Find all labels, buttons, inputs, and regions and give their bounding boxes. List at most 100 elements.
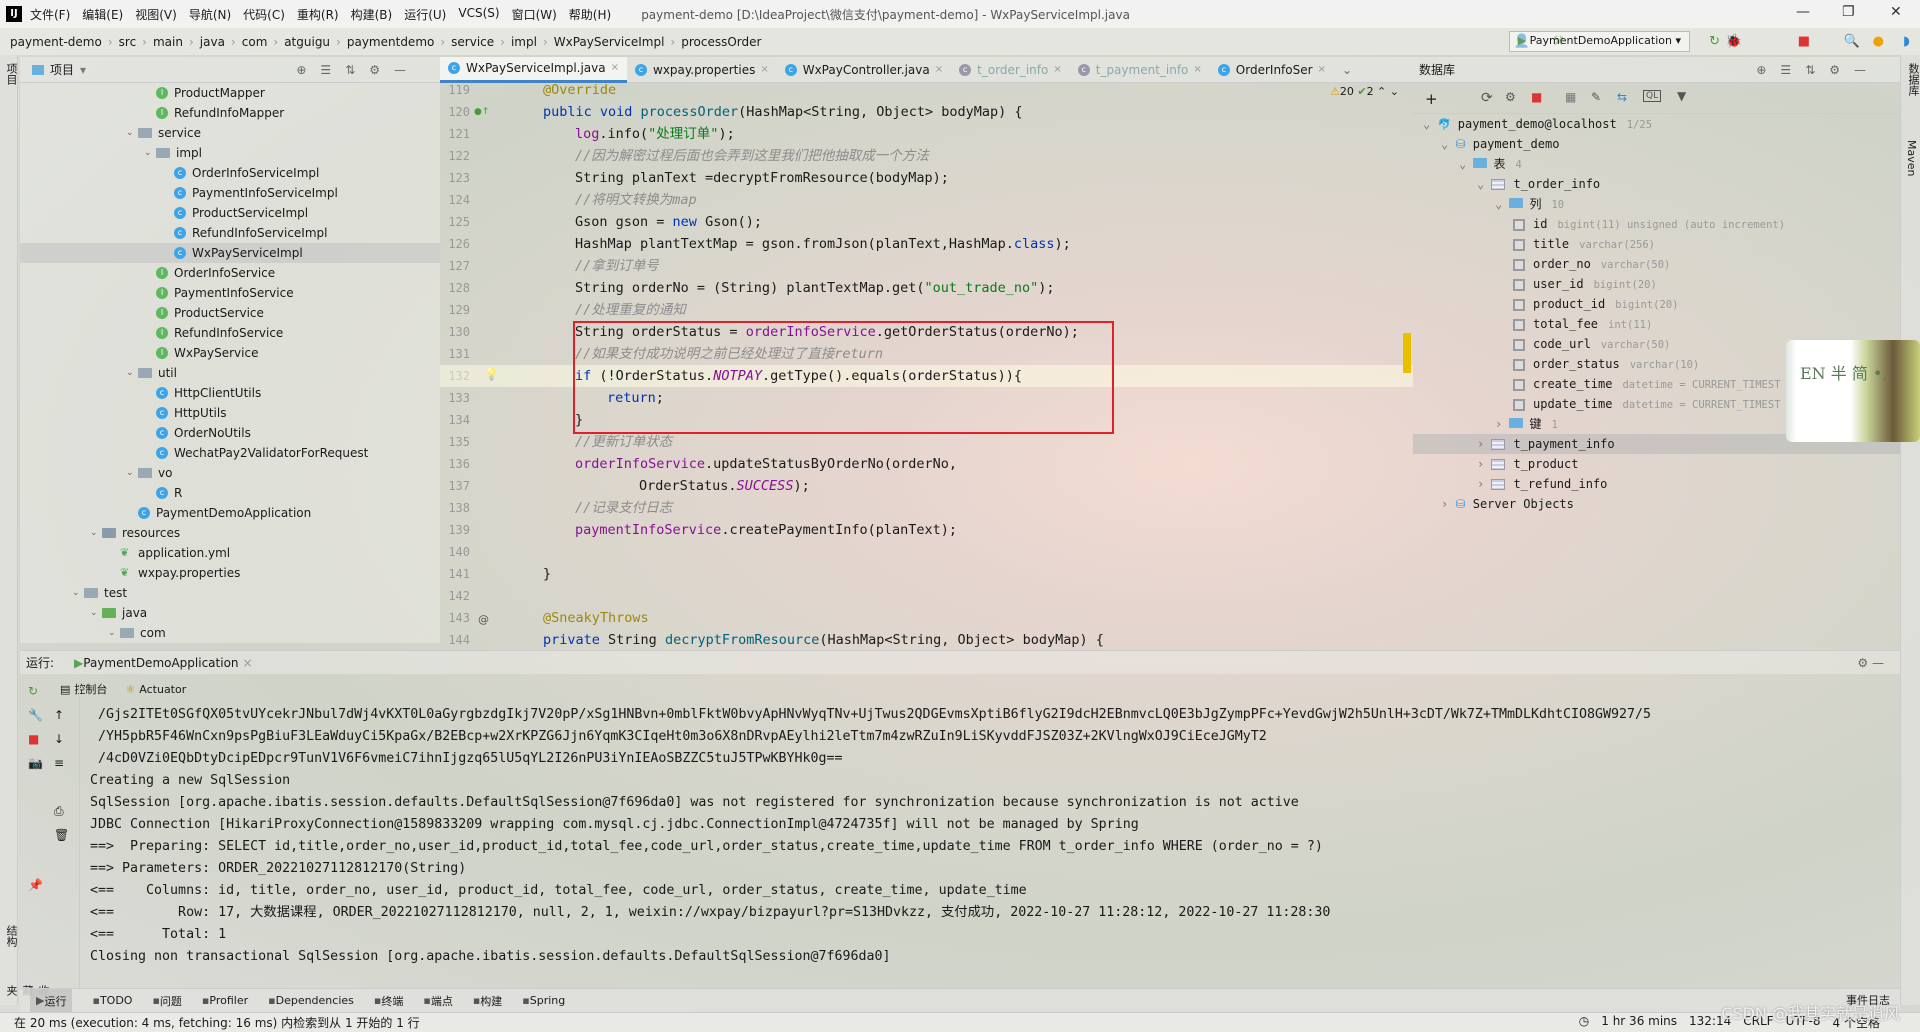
annotation-gutter-icon[interactable]: @ <box>478 613 489 626</box>
close-tab-icon[interactable]: × <box>611 55 619 81</box>
db-tree-item[interactable]: id bigint(11) unsigned (auto increment) <box>1513 214 1785 234</box>
add-icon[interactable]: + <box>1425 90 1438 108</box>
expand-arrow-icon[interactable]: ⌄ <box>126 123 138 143</box>
table-icon[interactable]: ▦ <box>1565 90 1576 104</box>
jump-icon[interactable]: ⇆ <box>1617 90 1627 104</box>
db-tree-item[interactable]: create_time datetime = CURRENT_TIMEST <box>1513 374 1781 394</box>
rerun-icon[interactable]: ↻ <box>1709 34 1720 49</box>
panel-actions[interactable]: ⊕☰⇅⚙— <box>296 63 420 77</box>
stop-icon[interactable]: ■ <box>1531 90 1542 104</box>
db-tree-item[interactable]: product_id bigint(20) <box>1513 294 1678 314</box>
breadcrumb-item[interactable]: service <box>451 35 494 49</box>
menu-item[interactable]: 代码(C) <box>243 6 285 23</box>
breadcrumb-item[interactable]: processOrder <box>681 35 761 49</box>
tool-window-button[interactable]: ▪ 构建 <box>473 993 502 1009</box>
expand-arrow-icon[interactable]: ⌄ <box>108 623 120 643</box>
tree-item[interactable]: ⌄ test <box>72 583 127 603</box>
menu-item[interactable]: 编辑(E) <box>82 6 123 23</box>
tree-item[interactable]: ⌄ resources <box>90 523 180 543</box>
inspection-widget[interactable]: ⚠20 ✔2 ⌃ ⌄ <box>1330 85 1399 98</box>
tree-item[interactable]: c HttpClientUtils <box>144 383 261 403</box>
db-tree-item[interactable]: › t_product <box>1477 454 1578 474</box>
editor-tab[interactable]: c t_order_info × <box>951 57 1070 83</box>
tree-item[interactable]: c OrderInfoServiceImpl <box>162 163 319 183</box>
breadcrumb-item[interactable]: src <box>119 35 137 49</box>
db-tree-item[interactable]: › ⛁ Server Objects <box>1441 494 1574 514</box>
tool-window-button[interactable]: ▪ TODO <box>92 994 132 1007</box>
maven-tool-label[interactable]: Maven <box>1905 140 1918 176</box>
tab-overflow-icon[interactable]: ⌄ <box>1342 63 1352 77</box>
tree-item[interactable]: I PaymentInfoService <box>144 283 294 303</box>
menu-item[interactable]: 窗口(W) <box>512 6 557 23</box>
tool-window-button[interactable]: ▪ Dependencies <box>268 994 354 1007</box>
panel-actions[interactable]: ⊕☰⇅⚙— <box>1756 63 1880 77</box>
db-tree-item[interactable]: ⌄ 表4 <box>1459 154 1522 174</box>
tree-item[interactable]: ⌄ com <box>108 623 166 643</box>
db-tree-item[interactable]: update_time datetime = CURRENT_TIMEST <box>1513 394 1781 414</box>
breadcrumb-item[interactable]: payment-demo <box>10 35 102 49</box>
tree-item[interactable]: c ProductServiceImpl <box>162 203 308 223</box>
expand-arrow-icon[interactable]: ⌄ <box>126 463 138 483</box>
pin-icon[interactable]: 📌 <box>28 878 43 892</box>
run-config-selector[interactable]: ▶ PaymentDemoApplication ▾ <box>1508 31 1690 52</box>
menu-item[interactable]: 视图(V) <box>135 6 177 23</box>
menu-item[interactable]: VCS(S) <box>458 6 499 23</box>
menu-item[interactable]: 帮助(H) <box>569 6 611 23</box>
breadcrumb-item[interactable]: impl <box>511 35 537 49</box>
tree-item[interactable]: cR <box>144 483 182 503</box>
soft-wrap-icon[interactable]: ≡ <box>54 756 64 770</box>
tree-item[interactable]: ⌄ service <box>126 123 201 143</box>
structure-tool-label[interactable]: 结构 <box>3 925 19 947</box>
actuator-tab[interactable]: Actuator <box>139 683 186 696</box>
tree-item[interactable]: ⌄ impl <box>144 143 202 163</box>
close-tab-icon[interactable]: × <box>1053 57 1061 83</box>
db-tree-item[interactable]: ⌄ 列 10 <box>1495 194 1564 214</box>
tree-item[interactable]: ⌄ java <box>90 603 147 623</box>
project-tool-label[interactable]: 项目 <box>3 63 19 85</box>
minimize-button[interactable]: — <box>1796 4 1810 20</box>
expand-arrow-icon[interactable]: › <box>1441 497 1455 511</box>
editor-tab[interactable]: c t_payment_info × <box>1070 57 1210 83</box>
expand-arrow-icon[interactable]: ⌄ <box>1423 117 1437 131</box>
tree-item[interactable]: I WxPayService <box>144 343 258 363</box>
close-tab-icon[interactable]: × <box>1193 57 1201 83</box>
expand-arrow-icon[interactable]: ⌄ <box>144 143 156 163</box>
db-tree-item[interactable]: › t_refund_info <box>1477 474 1607 494</box>
tool-window-button[interactable]: ▪ 问题 <box>152 993 181 1009</box>
print-icon[interactable]: ⎙ <box>54 804 64 819</box>
scroll-up-icon[interactable]: ↑ <box>54 708 64 722</box>
editor-tab[interactable]: c WxPayController.java × <box>777 57 951 83</box>
tree-item[interactable]: c HttpUtils <box>144 403 226 423</box>
tree-item[interactable]: I RefundInfoService <box>144 323 283 343</box>
db-tree-item[interactable]: total_fee int(11) <box>1513 314 1652 334</box>
expand-arrow-icon[interactable]: ⌄ <box>90 523 102 543</box>
tree-item[interactable]: c WxPayServiceImpl <box>20 243 440 263</box>
db-tree-item[interactable]: user_id bigint(20) <box>1513 274 1657 294</box>
tool-window-button[interactable]: ▶ 运行 <box>30 988 73 1013</box>
expand-arrow-icon[interactable]: › <box>1477 437 1491 451</box>
tree-item[interactable]: c OrderNoUtils <box>144 423 251 443</box>
db-tree-item[interactable]: title varchar(256) <box>1513 234 1655 254</box>
expand-arrow-icon[interactable]: ⌄ <box>1459 157 1473 171</box>
camera-icon[interactable]: 📷 <box>28 756 43 770</box>
db-tree-item[interactable]: order_no varchar(50) <box>1513 254 1670 274</box>
editor-scrollbar[interactable] <box>1403 103 1411 623</box>
tree-item[interactable]: I ProductService <box>144 303 264 323</box>
schema-icon[interactable]: ⚙ <box>1505 90 1516 104</box>
menu-item[interactable]: 构建(B) <box>351 6 393 23</box>
editor-tab[interactable]: c OrderInfoSer × <box>1210 57 1334 83</box>
debug-icon[interactable]: 🐞 <box>1726 34 1742 49</box>
breadcrumb-item[interactable]: paymentdemo <box>347 35 435 49</box>
expand-arrow-icon[interactable]: ⌄ <box>1495 197 1509 211</box>
filter-icon[interactable]: ▼ <box>1677 89 1686 103</box>
settings-icon[interactable]: ⚙ — <box>1857 656 1884 670</box>
tool-window-button[interactable]: ▪ Spring <box>522 994 565 1007</box>
menu-item[interactable]: 导航(N) <box>189 6 231 23</box>
expand-arrow-icon[interactable]: ⌄ <box>126 363 138 383</box>
menu-item[interactable]: 文件(F) <box>30 6 70 23</box>
breadcrumb-item[interactable]: main <box>153 35 183 49</box>
expand-arrow-icon[interactable]: ⌄ <box>72 583 84 603</box>
update-icon[interactable]: ● <box>1873 34 1884 49</box>
editor-tab[interactable]: c wxpay.properties × <box>627 57 777 83</box>
tool-window-button[interactable]: ▪ 终端 <box>374 993 403 1009</box>
